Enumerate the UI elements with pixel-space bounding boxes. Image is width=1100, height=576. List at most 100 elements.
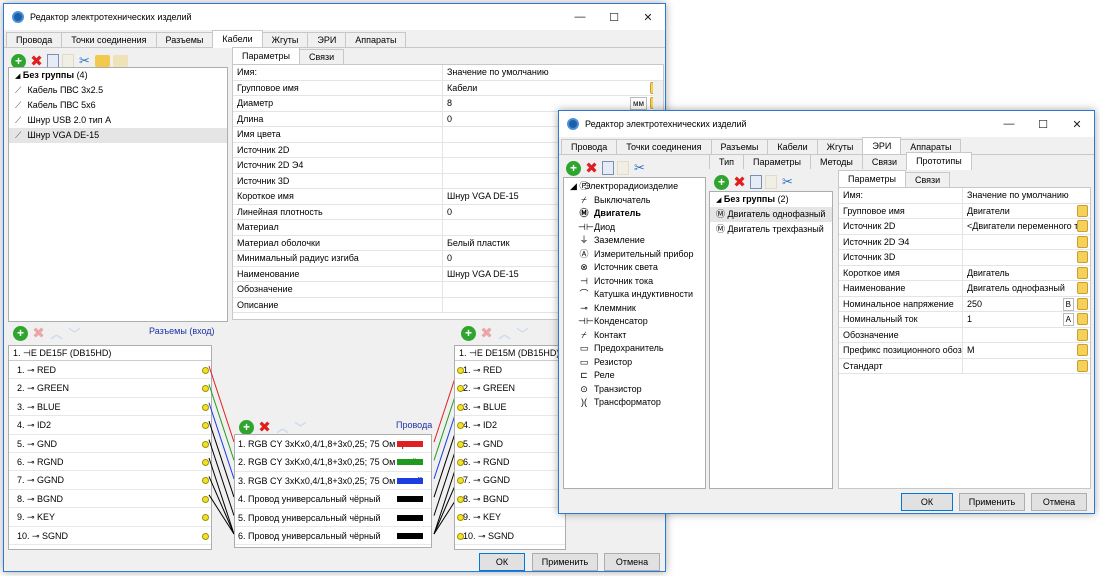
property-row[interactable]: Обозначение	[839, 327, 1090, 343]
tab-parameters[interactable]: Параметры	[838, 170, 906, 188]
pin-row[interactable]: 2. ⊸ GREEN	[9, 379, 211, 398]
move-up-icon[interactable]: ︿	[275, 420, 290, 435]
connector-header[interactable]: 1. ⊣E DE15M (DB15HD)	[455, 346, 565, 361]
lock-icon[interactable]	[1077, 251, 1088, 263]
lock-icon[interactable]	[1077, 313, 1088, 325]
property-row[interactable]: Источник 2D Э4	[839, 234, 1090, 250]
property-row[interactable]: Номинальный ток 1 А	[839, 312, 1090, 328]
column-name-header[interactable]: Имя:	[233, 65, 443, 80]
property-row[interactable]: Групповое имя Кабели	[233, 80, 663, 96]
property-row[interactable]: Короткое имя Двигатель	[839, 265, 1090, 281]
eri-tree-item[interactable]: ⏚ Заземление	[564, 234, 705, 248]
copy-icon[interactable]	[47, 54, 59, 68]
eri-tree-item[interactable]: ▭ Предохранитель	[564, 342, 705, 356]
unit-select[interactable]: В	[1062, 297, 1074, 311]
eri-tree-item[interactable]: ⊗ Источник света	[564, 261, 705, 275]
delete-icon[interactable]: ✖	[479, 325, 494, 342]
connection-point-icon[interactable]	[457, 440, 464, 448]
tab-links[interactable]: Связи	[904, 172, 951, 187]
copy-icon[interactable]	[602, 161, 614, 175]
lock-icon[interactable]	[1077, 344, 1088, 356]
ok-button[interactable]: ОК	[479, 553, 525, 571]
pin-row[interactable]: 4. ⊸ ID2	[9, 416, 211, 435]
prototype-item[interactable]: Ⓜ Двигатель трехфазный	[710, 222, 832, 237]
collapse-icon[interactable]: ◢	[716, 197, 721, 204]
move-up-icon[interactable]: ︿	[49, 326, 64, 341]
property-value[interactable]: Двигатели	[963, 204, 1090, 219]
tree-item-cable[interactable]: ⟋ Кабель ПВС 3х2.5	[9, 83, 227, 98]
lock-icon[interactable]	[1077, 297, 1088, 310]
delete-icon[interactable]: ✖	[584, 160, 599, 177]
connection-point-icon[interactable]	[457, 495, 464, 503]
ok-button[interactable]: ОК	[901, 493, 953, 511]
pin-row[interactable]: 3. ⊸ BLUE	[9, 398, 211, 417]
property-value[interactable]: 250 В	[963, 297, 1090, 312]
eri-tree-item[interactable]: ⊏ Реле	[564, 369, 705, 383]
move-down-icon[interactable]: ﹀	[293, 420, 308, 435]
tab-wires[interactable]: Провода	[561, 139, 618, 154]
wire-row[interactable]: 6. Провод универсальный чёрный	[235, 527, 431, 546]
property-value[interactable]	[963, 235, 1090, 250]
eri-tree-item[interactable]: ⊣ Источник тока	[564, 275, 705, 289]
prototype-item-selected[interactable]: Ⓜ Двигатель однофазный	[710, 207, 832, 222]
property-value[interactable]: Двигатель	[963, 266, 1090, 281]
wire-row[interactable]: 1. RGB CY 3xKx0,4/1,8+3x0,25; 75 Ом крас…	[235, 435, 431, 454]
unit-select[interactable]: А	[1062, 313, 1074, 326]
eri-tree-item[interactable]: ⊣⊢ Диод	[564, 221, 705, 235]
property-value[interactable]: <Двигатели переменного то	[963, 219, 1090, 234]
tab-links[interactable]: Связи	[298, 49, 345, 64]
move-up-icon[interactable]: ︿	[497, 326, 512, 341]
tab-parameters[interactable]: Параметры	[743, 154, 811, 169]
tree-root[interactable]: ◢ Ⓟ Электрорадиоизделие	[564, 180, 705, 194]
pin-row[interactable]: 5. ⊸ GND	[9, 435, 211, 453]
pin-row[interactable]: 4. ⊸ ID2	[455, 416, 565, 435]
add-icon[interactable]: +	[13, 325, 28, 341]
tab-links[interactable]: Связи	[861, 154, 908, 169]
delete-icon[interactable]: ✖	[31, 325, 46, 342]
pin-row[interactable]: 5. ⊸ GND	[455, 435, 565, 453]
add-icon[interactable]: +	[461, 325, 476, 341]
property-row[interactable]: Наименование Двигатель однофазный	[839, 281, 1090, 297]
close-icon[interactable]: ✕	[631, 4, 665, 30]
eri-tree-item[interactable]: ⊸ Клеммник	[564, 302, 705, 316]
wire-row[interactable]: 3. RGB CY 3xKx0,4/1,8+3x0,25; 75 Ом сини…	[235, 472, 431, 491]
pin-row[interactable]: 9. ⊸ KEY	[455, 508, 565, 527]
add-icon[interactable]: +	[714, 174, 729, 190]
eri-tree-item[interactable]: Ⓜ Двигатель	[564, 207, 705, 221]
column-value-header[interactable]: Значение по умолчанию	[443, 65, 663, 80]
column-name-header[interactable]: Имя:	[839, 188, 963, 203]
add-icon[interactable]: +	[566, 160, 581, 176]
property-value[interactable]: М	[963, 343, 1090, 358]
pin-row[interactable]: 8. ⊸ BGND	[9, 490, 211, 509]
lock-icon[interactable]	[1077, 220, 1088, 232]
eri-tree-item[interactable]: ▭ Резистор	[564, 356, 705, 370]
tree-item-cable[interactable]: ⟋ Кабель ПВС 5х6	[9, 98, 227, 113]
minimize-icon[interactable]: —	[563, 4, 597, 30]
lock-icon[interactable]	[1077, 235, 1088, 248]
eri-tree-item[interactable]: Ⓐ Измерительный прибор	[564, 248, 705, 262]
cancel-button[interactable]: Отмена	[604, 553, 660, 571]
lock-icon[interactable]	[1077, 359, 1088, 372]
property-row[interactable]: Номинальное напряжение 250 В	[839, 296, 1090, 312]
tab-connectors[interactable]: Разъемы	[155, 32, 214, 47]
cancel-button[interactable]: Отмена	[1031, 493, 1087, 511]
maximize-icon[interactable]: ☐	[597, 4, 631, 30]
paste-icon[interactable]	[765, 175, 777, 189]
tab-prototypes[interactable]: Прототипы	[906, 152, 972, 170]
move-down-icon[interactable]: ﹀	[67, 326, 82, 341]
connection-point-icon[interactable]	[457, 532, 464, 540]
connection-point-icon[interactable]	[457, 458, 464, 466]
property-value[interactable]	[963, 250, 1090, 265]
tab-devices[interactable]: Аппараты	[345, 32, 407, 47]
pin-row[interactable]: 1. ⊸ RED	[9, 361, 211, 380]
lock-icon[interactable]	[1077, 204, 1088, 217]
eri-tree-item[interactable]: ⌿ Выключатель	[564, 194, 705, 208]
eri-tree-item[interactable]: )(Трансформатор	[564, 396, 705, 410]
add-folder-icon[interactable]	[95, 55, 110, 67]
delete-icon[interactable]: ✖	[257, 419, 272, 436]
lock-icon[interactable]	[1077, 282, 1088, 294]
property-row[interactable]: Префикс позиционного обозна М	[839, 343, 1090, 359]
eri-tree-item[interactable]: ⊙ Транзистор	[564, 383, 705, 397]
paste-icon[interactable]	[62, 54, 74, 68]
property-value[interactable]	[963, 328, 1090, 343]
